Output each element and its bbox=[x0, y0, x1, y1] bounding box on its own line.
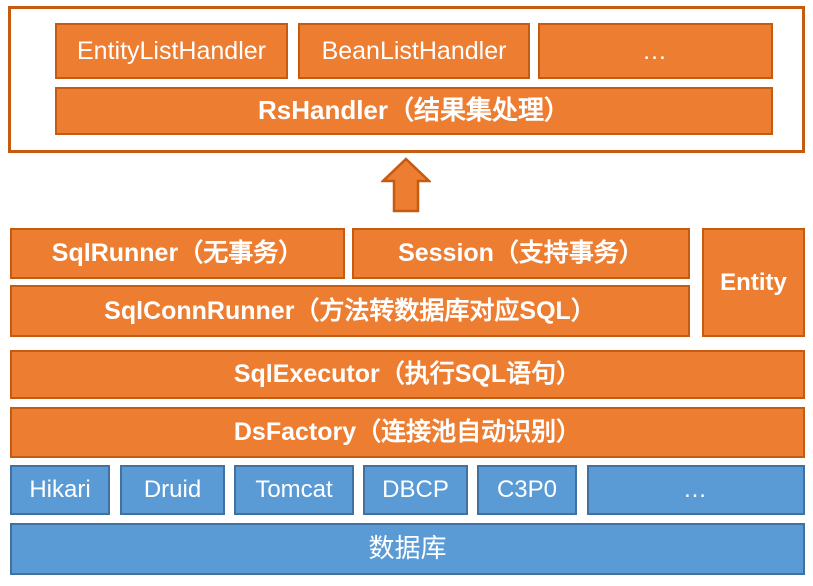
sql-executor-label: SqlExecutor（执行SQL语句） bbox=[233, 360, 582, 389]
handler-box-bean-list[interactable]: BeanListHandler bbox=[298, 23, 530, 79]
pool-label: Hikari bbox=[29, 476, 91, 504]
ds-factory-label: DsFactory（连接池自动识别） bbox=[233, 418, 582, 447]
session-label: Session（支持事务） bbox=[398, 239, 644, 268]
entity-box[interactable]: Entity bbox=[702, 228, 805, 337]
architecture-diagram: EntityListHandler BeanListHandler … RsHa… bbox=[0, 0, 813, 586]
handler-label: BeanListHandler bbox=[321, 36, 507, 65]
sql-conn-runner-label: SqlConnRunner（方法转数据库对应SQL） bbox=[104, 296, 596, 325]
pool-box-c3p0[interactable]: C3P0 bbox=[477, 465, 577, 515]
pool-box-druid[interactable]: Druid bbox=[120, 465, 225, 515]
pool-box-more[interactable]: … bbox=[587, 465, 805, 515]
sql-conn-runner-box[interactable]: SqlConnRunner（方法转数据库对应SQL） bbox=[10, 285, 690, 337]
rs-handler-label: RsHandler（结果集处理） bbox=[257, 95, 571, 126]
pool-label: Druid bbox=[143, 476, 202, 504]
database-box[interactable]: 数据库 bbox=[10, 523, 805, 575]
sql-runner-box[interactable]: SqlRunner（无事务） bbox=[10, 228, 345, 279]
sql-runner-label: SqlRunner（无事务） bbox=[51, 239, 304, 268]
sql-executor-box[interactable]: SqlExecutor（执行SQL语句） bbox=[10, 350, 805, 399]
rs-handler-box[interactable]: RsHandler（结果集处理） bbox=[55, 87, 773, 135]
pool-box-tomcat[interactable]: Tomcat bbox=[234, 465, 354, 515]
handler-layer-container: EntityListHandler BeanListHandler … RsHa… bbox=[8, 6, 805, 153]
entity-label: Entity bbox=[720, 268, 787, 296]
ds-factory-box[interactable]: DsFactory（连接池自动识别） bbox=[10, 407, 805, 458]
session-box[interactable]: Session（支持事务） bbox=[352, 228, 690, 279]
handler-label: EntityListHandler bbox=[77, 36, 266, 65]
pool-box-hikari[interactable]: Hikari bbox=[10, 465, 110, 515]
handler-label: … bbox=[642, 36, 669, 65]
handler-box-more[interactable]: … bbox=[538, 23, 773, 79]
pool-label: C3P0 bbox=[496, 476, 558, 504]
up-arrow-icon bbox=[381, 157, 431, 213]
pool-label: Tomcat bbox=[255, 476, 333, 504]
database-label: 数据库 bbox=[368, 533, 447, 564]
pool-label: DBCP bbox=[382, 476, 449, 504]
handler-box-entity-list[interactable]: EntityListHandler bbox=[55, 23, 288, 79]
pool-label: … bbox=[683, 476, 709, 504]
pool-box-dbcp[interactable]: DBCP bbox=[363, 465, 468, 515]
